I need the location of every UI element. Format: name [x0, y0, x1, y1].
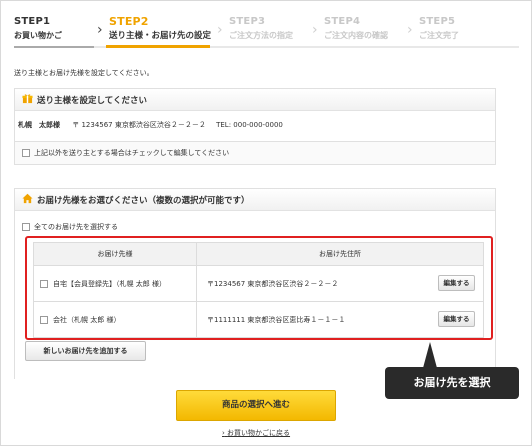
step-5-label: ご注文完了: [419, 31, 459, 40]
chevron-right-icon: ›: [222, 429, 225, 437]
intro-text: 送り主様とお届け先様を設定してください。: [14, 69, 154, 77]
chevron-right-icon: ›: [312, 22, 318, 38]
sender-section-title: 送り主様を設定してください: [37, 96, 147, 106]
table-row: 会社（札幌 太郎 様） 〒1111111 東京都渋谷区恵比寿１－１－１ 編集する: [33, 301, 484, 338]
select-all-label: 全てのお届け先を選択する: [34, 223, 118, 231]
step-1-underline: [14, 46, 94, 48]
table-header-row: お届け先様 お届け先住所: [33, 242, 484, 266]
step-1-number: STEP1: [14, 16, 51, 27]
recipient-section-header: お届け先様をお選びください（複数の選択が可能です）: [15, 189, 495, 211]
sender-info: 札幌 太郎様 〒 1234567 東京都渋谷区渋谷２－２－２ TEL: 000-…: [18, 120, 283, 130]
sender-phone: TEL: 000-000-0000: [216, 121, 283, 129]
step-5-number: STEP5: [419, 16, 456, 27]
select-all-row[interactable]: 全てのお届け先を選択する: [22, 222, 118, 232]
step-4-number: STEP4: [324, 16, 361, 27]
sender-section: 送り主様を設定してください: [14, 88, 496, 142]
chevron-right-icon: ›: [97, 22, 103, 38]
add-recipient-button[interactable]: 新しいお届け先を追加する: [25, 341, 146, 361]
edit-button[interactable]: 編集する: [438, 311, 475, 327]
callout-pointer: [423, 342, 437, 368]
recipient-section-title: お届け先様をお選びください（複数の選択が可能です）: [37, 196, 250, 206]
step-2: › STEP2 送り主様・お届け先の設定: [97, 15, 212, 46]
alt-sender-checkbox[interactable]: [22, 149, 30, 157]
step-indicator: STEP1 お買い物かご › STEP2 送り主様・お届け先の設定 › STEP…: [14, 16, 519, 46]
chevron-right-icon: ›: [217, 22, 223, 38]
sender-section-header: 送り主様を設定してください: [15, 89, 495, 111]
recipient-cell[interactable]: 自宅【会員登録先】（札幌 太郎 様）: [33, 265, 197, 302]
gift-icon: [22, 94, 33, 104]
step-3-number: STEP3: [229, 16, 266, 27]
recipient-checkbox[interactable]: [40, 279, 48, 288]
recipient-cell[interactable]: 会社（札幌 太郎 様）: [33, 301, 197, 338]
recipient-address: 〒1111111 東京都渋谷区恵比寿１－１－１: [207, 315, 346, 324]
step-2-underline: [106, 45, 210, 48]
recipient-table-highlight: お届け先様 お届け先住所 自宅【会員登録先】（札幌 太郎 様） 〒1234567…: [25, 236, 493, 340]
proceed-button[interactable]: 商品の選択へ進む: [176, 390, 336, 421]
chevron-right-icon: ›: [407, 22, 413, 38]
recipient-address: 〒1234567 東京都渋谷区渋谷２－２－２: [207, 279, 339, 288]
table-row: 自宅【会員登録先】（札幌 太郎 様） 〒1234567 東京都渋谷区渋谷２－２－…: [33, 265, 484, 302]
step-1-label: お買い物かご: [14, 31, 62, 40]
callout-label: お届け先を選択: [385, 367, 519, 399]
address-cell: 〒1111111 東京都渋谷区恵比寿１－１－１ 編集する: [196, 301, 484, 338]
select-all-checkbox[interactable]: [22, 223, 30, 231]
house-icon: [22, 193, 33, 204]
recipient-name: 会社（札幌 太郎 様）: [53, 315, 121, 324]
column-header-address: お届け先住所: [196, 242, 484, 266]
step-3: › STEP3 ご注文方法の指定: [217, 16, 293, 46]
edit-button[interactable]: 編集する: [438, 275, 475, 291]
back-to-cart-link[interactable]: › お買い物かごに戻る: [222, 428, 290, 438]
recipient-checkbox[interactable]: [40, 315, 48, 324]
column-header-recipient: お届け先様: [33, 242, 197, 266]
alt-sender-row[interactable]: 上記以外を送り主とする場合はチェックして編集してください: [14, 141, 496, 165]
address-cell: 〒1234567 東京都渋谷区渋谷２－２－２ 編集する: [196, 265, 484, 302]
step-1: STEP1 お買い物かご: [14, 16, 62, 46]
step-2-number: STEP2: [109, 15, 149, 28]
step-2-label: 送り主様・お届け先の設定: [109, 31, 212, 41]
back-to-cart-label: お買い物かごに戻る: [227, 429, 291, 437]
step-3-label: ご注文方法の指定: [229, 31, 293, 40]
recipient-table: お届け先様 お届け先住所 自宅【会員登録先】（札幌 太郎 様） 〒1234567…: [33, 242, 484, 338]
sender-address: 〒 1234567 東京都渋谷区渋谷２－２－２: [72, 121, 206, 129]
step-5: › STEP5 ご注文完了: [407, 16, 459, 46]
recipient-name: 自宅【会員登録先】（札幌 太郎 様）: [53, 279, 166, 288]
step-4: › STEP4 ご注文内容の確認: [312, 16, 388, 46]
alt-sender-label: 上記以外を送り主とする場合はチェックして編集してください: [34, 149, 230, 157]
sender-name: 札幌 太郎様: [18, 121, 60, 129]
step-4-label: ご注文内容の確認: [324, 31, 388, 40]
